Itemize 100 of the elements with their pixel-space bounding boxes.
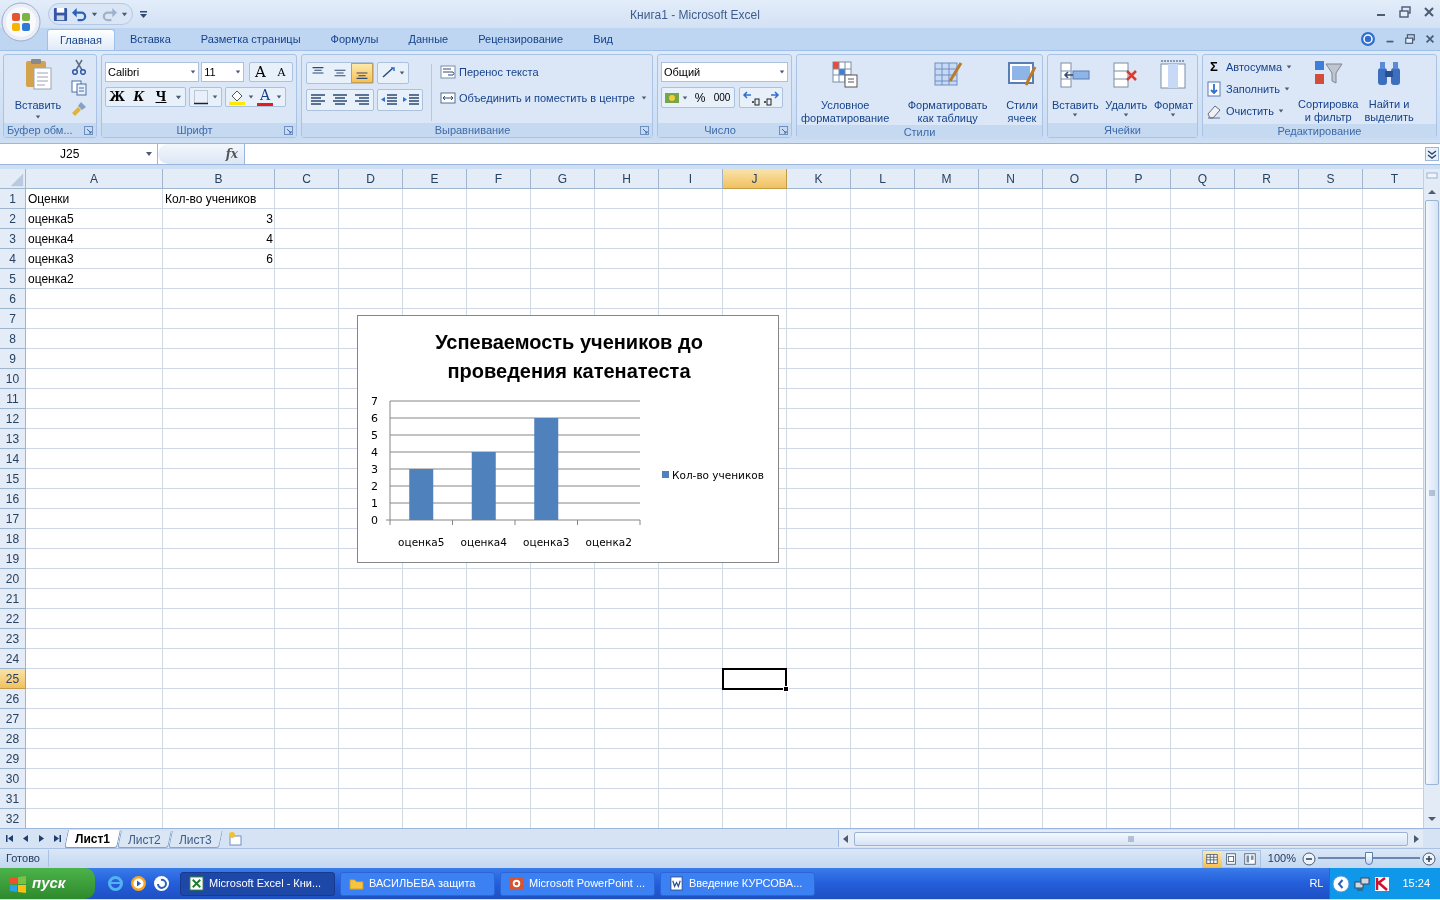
restore-icon[interactable] xyxy=(1398,5,1412,19)
clear-button[interactable]: Очистить xyxy=(1206,101,1293,121)
chevron-icon[interactable] xyxy=(1332,874,1351,893)
row-header[interactable]: 12 xyxy=(0,409,26,429)
row-header[interactable]: 13 xyxy=(0,429,26,449)
table-cell[interactable]: оценка2 xyxy=(26,269,163,289)
column-header[interactable]: H xyxy=(595,169,659,189)
format-as-table-button[interactable]: Форматировать как таблицу xyxy=(905,57,990,125)
insert-cells-button[interactable]: Вставить xyxy=(1050,57,1101,123)
normal-view-icon[interactable] xyxy=(1202,850,1222,867)
scissors-icon[interactable] xyxy=(71,59,87,75)
row-header[interactable]: 11 xyxy=(0,389,26,409)
paste-button[interactable]: Вставить xyxy=(7,57,69,123)
dialog-launcher-icon[interactable] xyxy=(284,125,293,135)
delete-cells-button[interactable]: Удалить xyxy=(1103,57,1150,123)
column-header[interactable]: L xyxy=(851,169,915,189)
chart[interactable]: Успеваемость учеников до проведения катенатеста 0 1 2 3 4 5 6 7 оценка5 оценка4 оценка3 оценка2 Кол-во учеников xyxy=(357,315,779,563)
dialog-launcher-icon[interactable] xyxy=(640,125,649,135)
row-header[interactable]: 16 xyxy=(0,489,26,509)
taskbar-button[interactable]: Введение КУРСОВА... xyxy=(660,871,815,896)
conditional-formatting-button[interactable]: Условное форматирование xyxy=(799,57,892,125)
column-header[interactable]: N xyxy=(979,169,1043,189)
last-sheet-icon[interactable] xyxy=(53,834,62,843)
shrink-font-button[interactable]: A xyxy=(271,63,292,81)
ribbon-tab[interactable]: Вставка xyxy=(114,29,186,50)
text-orientation-icon[interactable] xyxy=(381,65,397,81)
fill-button[interactable]: Заполнить xyxy=(1206,79,1293,99)
italic-button[interactable]: К xyxy=(128,88,150,106)
row-header[interactable]: 25 xyxy=(0,669,26,689)
undo-icon[interactable] xyxy=(72,6,87,22)
caret-icon[interactable] xyxy=(248,94,254,100)
table-cell[interactable]: 6 xyxy=(163,249,275,269)
column-header[interactable]: K xyxy=(787,169,851,189)
format-cells-button[interactable]: Формат xyxy=(1151,57,1195,123)
previous-sheet-icon[interactable] xyxy=(21,834,30,843)
column-header[interactable]: R xyxy=(1235,169,1299,189)
column-header[interactable]: A xyxy=(26,169,163,189)
column-header[interactable]: S xyxy=(1299,169,1363,189)
column-header[interactable]: D xyxy=(339,169,403,189)
fill-color-icon[interactable] xyxy=(229,89,245,105)
font-name-field[interactable]: Calibri xyxy=(105,62,200,82)
zoom-out-icon[interactable] xyxy=(1302,851,1316,866)
column-header[interactable]: P xyxy=(1107,169,1171,189)
zoom-slider-thumb[interactable] xyxy=(1365,852,1373,865)
underline-button[interactable]: Ч xyxy=(150,88,172,106)
caret-icon[interactable] xyxy=(121,10,128,18)
row-header[interactable]: 8 xyxy=(0,329,26,349)
percent-button[interactable]: % xyxy=(690,88,710,107)
bold-button[interactable]: Ж xyxy=(106,88,128,106)
column-header[interactable]: O xyxy=(1043,169,1107,189)
row-header[interactable]: 27 xyxy=(0,709,26,729)
first-sheet-icon[interactable] xyxy=(5,834,14,843)
row-header[interactable]: 29 xyxy=(0,749,26,769)
row-header[interactable]: 28 xyxy=(0,729,26,749)
antivirus-icon[interactable] xyxy=(1374,875,1391,892)
browser-icon[interactable] xyxy=(107,875,124,892)
table-cell[interactable]: 4 xyxy=(163,229,275,249)
caret-icon[interactable] xyxy=(682,94,688,101)
row-header[interactable]: 15 xyxy=(0,469,26,489)
chart-bar[interactable] xyxy=(534,418,559,520)
row-header[interactable]: 20 xyxy=(0,569,26,589)
row-header[interactable]: 32 xyxy=(0,809,26,828)
font-size-field[interactable]: 11 xyxy=(201,62,244,82)
row-header[interactable]: 19 xyxy=(0,549,26,569)
scrollbar-thumb[interactable] xyxy=(854,831,1408,846)
row-header[interactable]: 31 xyxy=(0,789,26,809)
row-header[interactable]: 26 xyxy=(0,689,26,709)
column-header[interactable]: M xyxy=(915,169,979,189)
table-cell[interactable]: Кол-во учеников xyxy=(163,189,275,209)
media-player-icon[interactable] xyxy=(130,875,147,892)
row-header[interactable]: 24 xyxy=(0,649,26,669)
row-header[interactable]: 23 xyxy=(0,629,26,649)
caret-icon[interactable] xyxy=(175,93,182,101)
close-icon[interactable] xyxy=(1422,5,1436,19)
number-format-field[interactable]: Общий xyxy=(661,62,788,82)
vertical-scrollbar[interactable] xyxy=(1423,169,1440,828)
column-header[interactable]: C xyxy=(275,169,339,189)
row-header[interactable]: 17 xyxy=(0,509,26,529)
ribbon-tab[interactable]: Вид xyxy=(578,29,629,50)
caret-icon[interactable] xyxy=(276,94,282,100)
row-header[interactable]: 18 xyxy=(0,529,26,549)
table-cell[interactable]: оценка3 xyxy=(26,249,163,269)
horizontal-scrollbar[interactable] xyxy=(838,830,1423,847)
caret-icon[interactable] xyxy=(91,10,98,18)
row-header[interactable]: 10 xyxy=(0,369,26,389)
next-sheet-icon[interactable] xyxy=(37,834,46,843)
row-header[interactable]: 5 xyxy=(0,269,26,289)
scroll-left-icon[interactable] xyxy=(841,833,851,844)
row-header[interactable]: 6 xyxy=(0,289,26,309)
ribbon-tab[interactable]: Рецензирование xyxy=(463,29,579,50)
table-cell[interactable]: 3 xyxy=(163,209,275,229)
chart-bar[interactable] xyxy=(409,469,434,520)
table-cell[interactable]: Оценки xyxy=(26,189,163,209)
zoom-slider-track[interactable] xyxy=(1318,852,1420,865)
ribbon-tab[interactable]: Формулы xyxy=(315,29,394,50)
ribbon-tab[interactable]: Разметка страницы xyxy=(185,29,316,50)
caret-icon[interactable] xyxy=(212,94,218,100)
row-header[interactable]: 1 xyxy=(0,189,26,209)
close-icon[interactable] xyxy=(1424,33,1436,45)
sheet-tab[interactable]: Лист1 xyxy=(64,830,121,848)
